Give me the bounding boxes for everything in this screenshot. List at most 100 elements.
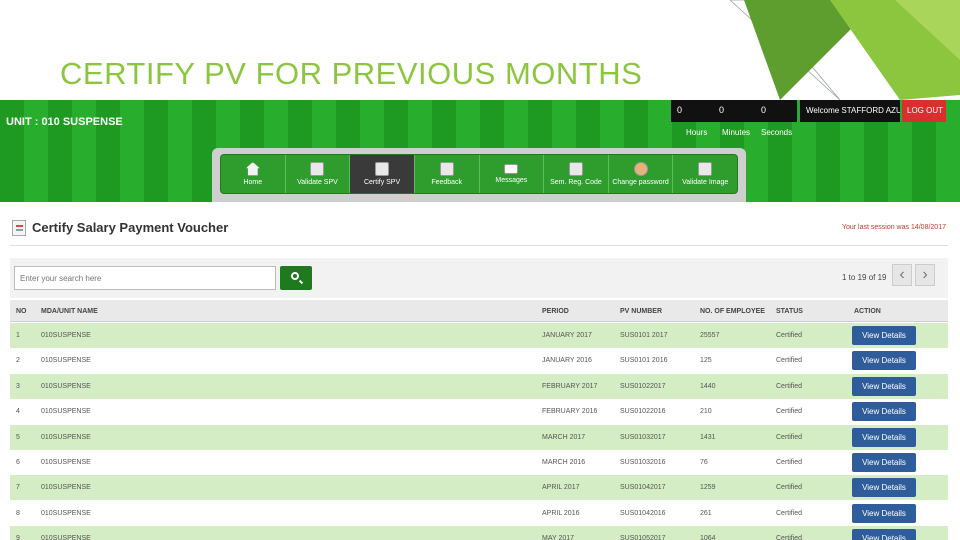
cell-employee-count: 76 (700, 459, 708, 466)
cell-unit-name: 010SUSPENSE (41, 459, 91, 466)
status-text: Certified (776, 408, 803, 416)
nav-item-sem-reg-code[interactable]: Sem. Reg. Code (544, 155, 609, 193)
view-details-button[interactable]: View Details (852, 503, 916, 523)
timer-seconds: 0 (761, 105, 767, 115)
status-text: Certified (776, 484, 803, 492)
view-details-button[interactable]: View Details (852, 326, 916, 345)
document-icon (310, 162, 325, 176)
timer-hours: 0 (677, 105, 683, 115)
session-timer: 0 0 0 (671, 100, 797, 122)
view-details-button[interactable]: View Details (852, 453, 916, 472)
document-icon (375, 162, 390, 176)
table-row: 2 010SUSPENSE JANUARY 2016 SUS0101 2016 125 C… (10, 348, 948, 374)
status-text: Certified (776, 332, 803, 339)
column-header[interactable]: STATUS (776, 308, 803, 315)
nav-item-home[interactable]: Home (221, 155, 286, 193)
table-row: 5 010SUSPENSE MARCH 2017 SUS01032017 1431 Cer… (10, 424, 948, 450)
column-header[interactable]: PV NUMBER (620, 308, 662, 315)
cell-employee-count: 1259 (700, 484, 716, 492)
table-row: 1 010SUSPENSE JANUARY 2017 SUS0101 2017 2555… (10, 323, 948, 348)
status-text: Certified (776, 357, 803, 365)
user-icon (633, 162, 648, 176)
view-details-button[interactable]: View Details (852, 427, 916, 447)
cell-period: APRIL 2016 (542, 509, 580, 517)
status-text: Certified (776, 433, 803, 441)
cell-employee-count: 261 (700, 509, 712, 517)
nav-item-validate-image[interactable]: Validate Image (673, 155, 737, 193)
column-header[interactable]: NO (16, 308, 27, 315)
cell-employee-count: 125 (700, 357, 712, 365)
nav-item-messages[interactable]: Messages (480, 155, 545, 193)
cell-period: MAY 2017 (542, 535, 575, 540)
nav-item-label: Home (243, 179, 263, 186)
pagination-text: 1 to 19 of 19 (842, 273, 887, 282)
nav-item-label: Feedback (431, 179, 463, 186)
nav-item-feedback[interactable]: Feedback (415, 155, 480, 193)
unit-label: UNIT : 010 SUSPENSE (6, 116, 123, 128)
view-details-button[interactable]: View Details (852, 402, 916, 422)
timer-hours-label: Hours (686, 128, 708, 137)
cell-no: 2 (16, 357, 20, 365)
column-header[interactable]: NO. OF EMPLOYEE (700, 308, 765, 315)
nav-item-label: Sem. Reg. Code (550, 179, 602, 186)
cell-no: 6 (16, 459, 20, 466)
cell-unit-name: 010SUSPENSE (41, 509, 91, 517)
search-toolbar: 1 to 19 of 19 ‹ › (10, 258, 948, 298)
voucher-icon (12, 220, 26, 236)
cell-employee-count: 25557 (700, 332, 720, 339)
nav-item-change-password[interactable]: Change password (609, 155, 674, 193)
cell-no: 8 (16, 509, 20, 517)
cell-employee-count: 210 (700, 408, 712, 416)
main-nav: Home Validate SPV Certify SPV Feedback M… (220, 154, 738, 194)
cell-period: FEBRUARY 2017 (542, 382, 598, 390)
nav-item-validate-spv[interactable]: Validate SPV (286, 155, 351, 193)
cell-period: MARCH 2016 (542, 459, 586, 466)
search-button[interactable] (280, 266, 312, 290)
slide: CERTIFY PV FOR PREVIOUS MONTHS UNIT : 01… (0, 0, 960, 540)
table-row: 3 010SUSPENSE FEBRUARY 2017 SUS01022017 1440… (10, 373, 948, 399)
status-text: Certified (776, 509, 803, 517)
cell-no: 5 (16, 433, 20, 441)
cell-no: 4 (16, 408, 20, 416)
document-icon (698, 162, 713, 176)
timer-minutes: 0 (719, 105, 725, 115)
status-text: Certified (776, 535, 803, 540)
view-details-button[interactable]: View Details (852, 376, 916, 396)
cell-employee-count: 1431 (700, 433, 716, 441)
view-details-button[interactable]: View Details (852, 351, 916, 371)
nav-item-label: Validate SPV (297, 179, 338, 186)
status-text: Certified (776, 459, 803, 466)
cell-unit-name: 010SUSPENSE (41, 357, 91, 365)
cell-unit-name: 010SUSPENSE (41, 408, 91, 416)
cell-unit-name: 010SUSPENSE (41, 382, 91, 390)
cell-pv-number: SUS0101 2016 (620, 357, 668, 365)
table-row: 4 010SUSPENSE FEBRUARY 2016 SUS01022016 210 C… (10, 399, 948, 425)
column-header: ACTION (854, 308, 881, 315)
cell-period: MARCH 2017 (542, 433, 586, 441)
table-row: 8 010SUSPENSE APRIL 2016 SUS01042016 261 Cert… (10, 500, 948, 526)
cell-no: 1 (16, 332, 20, 339)
nav-item-certify-spv[interactable]: Certify SPV (350, 155, 415, 193)
view-details-button[interactable]: View Details (852, 529, 916, 540)
prev-page-button[interactable]: ‹ (892, 264, 912, 286)
column-header[interactable]: PERIOD (542, 308, 569, 315)
decorative-triangles (730, 0, 960, 101)
cell-unit-name: 010SUSPENSE (41, 535, 91, 540)
view-details-button[interactable]: View Details (852, 478, 916, 498)
nav-container: Home Validate SPV Certify SPV Feedback M… (212, 148, 746, 202)
logout-button[interactable]: LOG OUT (902, 100, 946, 122)
timer-minutes-label: Minutes (722, 128, 751, 137)
table-row: 6 010SUSPENSE MARCH 2016 SUS01032016 76 Certi… (10, 450, 948, 475)
cell-unit-name: 010SUSPENSE (41, 433, 91, 441)
nav-item-label: Validate Image (682, 179, 729, 186)
nav-item-label: Messages (495, 177, 528, 184)
slide-title: CERTIFY PV FOR PREVIOUS MONTHS (60, 56, 643, 91)
cell-unit-name: 010SUSPENSE (41, 484, 91, 492)
cell-pv-number: SUS01052017 (620, 535, 666, 540)
column-header[interactable]: MDA/UNIT NAME (41, 308, 98, 315)
cell-pv-number: SUS01042017 (620, 484, 666, 492)
cell-no: 9 (16, 535, 20, 540)
next-page-button[interactable]: › (915, 264, 935, 286)
welcome-text: Welcome STAFFORD AZUDEY (800, 100, 900, 122)
search-input[interactable] (14, 266, 276, 290)
